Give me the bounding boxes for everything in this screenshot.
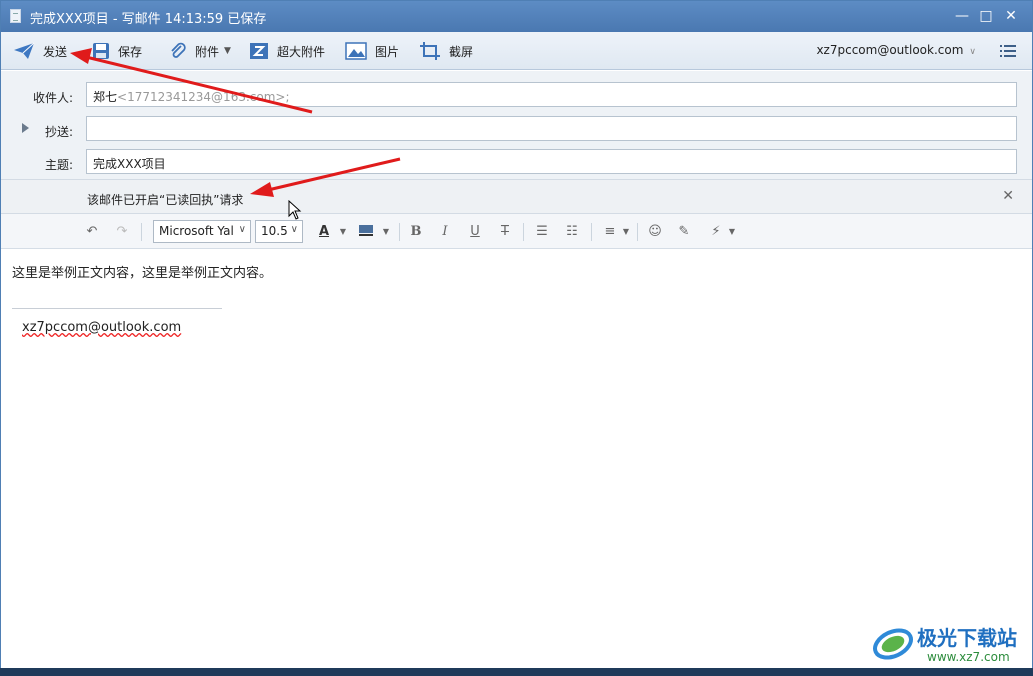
- align-icon[interactable]: ≡: [601, 223, 619, 241]
- recipient-name: 郑七: [93, 90, 118, 104]
- signature-text: xz7pccom@outlook.com: [22, 320, 181, 335]
- read-receipt-notice: 该邮件已开启“已读回执”请求 ✕: [1, 179, 1032, 214]
- cc-field[interactable]: [86, 116, 1017, 141]
- picture-icon: [345, 42, 367, 60]
- subject-field[interactable]: 完成XXX项目: [86, 149, 1017, 174]
- picture-label: 图片: [375, 44, 400, 59]
- chevron-down-icon: ∨: [969, 47, 976, 57]
- header-fields: 收件人: 郑七<17712341234@163.com>; 抄送: 主题: 完成…: [1, 71, 1032, 179]
- format-toolbar: ↶ ↷ Microsoft Yal ∨ 10.5 ∨ A ▼ ▼ B I U T ☰…: [1, 214, 1032, 249]
- message-body[interactable]: 这里是举例正文内容，这里是举例正文内容。 xz7pccom@outlook.co…: [1, 250, 1032, 669]
- magic-wand-icon[interactable]: ⚡: [707, 223, 725, 241]
- send-label: 发送: [43, 44, 68, 59]
- send-icon: [14, 42, 35, 59]
- toolbar: 发送 保存 附件 ▼ 超大附件 图片 截屏 xz7pccom@outlook.c…: [1, 32, 1032, 70]
- body-text: 这里是举例正文内容，这里是举例正文内容。: [12, 266, 273, 281]
- watermark-url: www.xz7.com: [927, 650, 1010, 664]
- maximize-button[interactable]: □: [975, 6, 997, 26]
- to-label: 收件人:: [32, 91, 73, 105]
- bullet-list-icon[interactable]: ☰: [533, 223, 551, 241]
- font-family-value: Microsoft Yal: [159, 224, 234, 238]
- signature-email: xz7pccom@outlook.com: [22, 320, 182, 335]
- screenshot-label: 截屏: [449, 44, 474, 59]
- undo-icon[interactable]: ↶: [83, 223, 101, 241]
- clear-format-icon[interactable]: ✎: [675, 223, 693, 241]
- text-color-icon[interactable]: A: [316, 223, 332, 241]
- large-attach-label: 超大附件: [277, 44, 326, 59]
- window-title: 完成XXX项目 - 写邮件 14:13:59 已保存: [30, 12, 267, 27]
- italic-icon[interactable]: I: [437, 223, 453, 241]
- font-size-value: 10.5: [261, 224, 288, 238]
- divider: [637, 223, 638, 241]
- close-button[interactable]: ✕: [1000, 6, 1022, 26]
- account-email: xz7pccom@outlook.com: [816, 43, 964, 57]
- taskbar-strip: [0, 668, 1033, 676]
- picture-button[interactable]: 图片: [345, 32, 399, 70]
- menu-list-icon[interactable]: [1000, 44, 1016, 58]
- divider: [591, 223, 592, 241]
- subject-label: 主题:: [44, 158, 73, 172]
- chevron-down-icon: ∨: [290, 224, 298, 235]
- chevron-down-icon: ▼: [224, 46, 231, 56]
- strikethrough-icon[interactable]: T: [497, 223, 513, 241]
- crop-icon: [420, 42, 440, 60]
- compose-window: 完成XXX项目 - 写邮件 14:13:59 已保存 — □ ✕ 发送 保存 附…: [0, 0, 1033, 676]
- underline-icon[interactable]: U: [467, 223, 483, 241]
- chevron-down-icon[interactable]: ▼: [621, 223, 631, 241]
- font-family-select[interactable]: Microsoft Yal ∨: [153, 220, 251, 243]
- mouse-cursor-icon: [288, 200, 302, 220]
- screenshot-button[interactable]: 截屏: [419, 32, 473, 70]
- recipient-address: <17712341234@163.com>;: [117, 90, 290, 104]
- save-icon: [93, 43, 109, 59]
- divider: [141, 223, 142, 241]
- chevron-down-icon[interactable]: ▼: [727, 223, 737, 241]
- account-selector[interactable]: xz7pccom@outlook.com ∨: [816, 43, 976, 57]
- font-size-select[interactable]: 10.5 ∨: [255, 220, 303, 243]
- notice-close-button[interactable]: ✕: [1002, 188, 1014, 204]
- bold-icon[interactable]: B: [408, 223, 424, 241]
- divider: [399, 223, 400, 241]
- save-label: 保存: [118, 44, 143, 59]
- attach-label: 附件: [195, 44, 220, 59]
- large-attach-button[interactable]: 超大附件: [249, 32, 325, 70]
- minimize-button[interactable]: —: [951, 6, 973, 26]
- chevron-down-icon[interactable]: ▼: [381, 223, 391, 241]
- title-bar: 完成XXX项目 - 写邮件 14:13:59 已保存 — □ ✕: [1, 1, 1032, 32]
- document-icon: [10, 9, 21, 23]
- highlight-color-icon[interactable]: [357, 223, 375, 241]
- to-field[interactable]: 郑七<17712341234@163.com>;: [86, 82, 1017, 107]
- save-button[interactable]: 保存: [92, 32, 142, 70]
- watermark: 极光下载站 www.xz7.com: [872, 622, 1032, 668]
- attach-button[interactable]: 附件 ▼: [169, 32, 231, 70]
- notice-text: 该邮件已开启“已读回执”请求: [87, 193, 244, 207]
- paperclip-icon: [171, 42, 186, 58]
- cc-label: 抄送:: [44, 125, 73, 139]
- chevron-down-icon[interactable]: ▼: [338, 223, 348, 241]
- redo-icon[interactable]: ↷: [113, 223, 131, 241]
- numbered-list-icon[interactable]: ☷: [563, 223, 581, 241]
- send-button[interactable]: 发送: [13, 32, 67, 70]
- divider: [523, 223, 524, 241]
- emoji-icon[interactable]: ☺: [646, 223, 664, 241]
- chevron-down-icon: ∨: [238, 224, 246, 235]
- signature-divider: [12, 308, 222, 309]
- watermark-logo: [873, 628, 913, 660]
- watermark-name: 极光下载站: [917, 626, 1017, 650]
- large-attachment-icon: [250, 43, 268, 59]
